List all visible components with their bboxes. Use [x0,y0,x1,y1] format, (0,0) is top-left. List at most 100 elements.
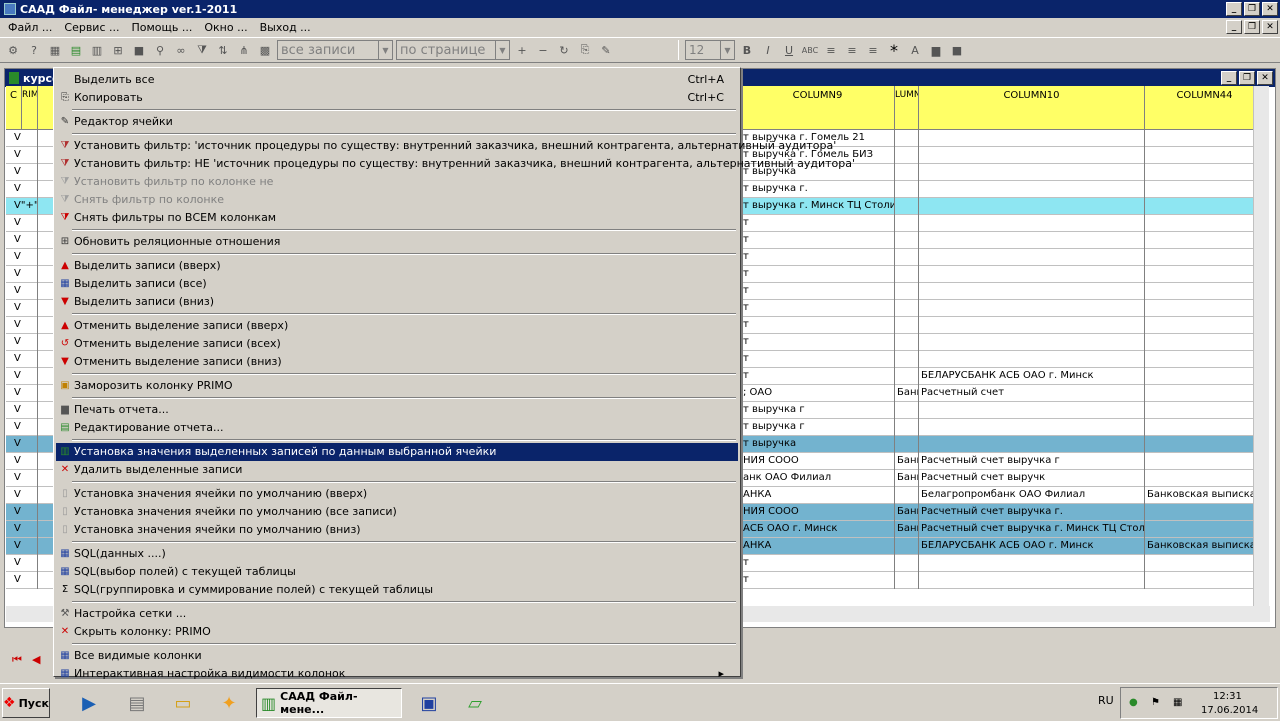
table-cell[interactable]: анк ОАО Филиал [741,470,895,487]
italic-icon[interactable]: I [759,41,777,59]
table-cell[interactable] [895,317,919,334]
align-center-icon[interactable]: ≡ [843,41,861,59]
asterisk-icon[interactable]: * [885,41,903,60]
context-menu-item[interactable]: ⧩ Снять фильтры по ВСЕМ колонкам [56,209,738,227]
table-cell[interactable]: V [6,572,38,589]
table-cell[interactable] [1145,470,1260,487]
table-cell[interactable] [895,283,919,300]
table-cell[interactable] [895,368,919,385]
table-cell[interactable] [1145,334,1260,351]
table-cell[interactable] [895,419,919,436]
mdi-close-button[interactable]: ✕ [1262,20,1278,34]
table-cell[interactable]: V [6,249,38,266]
page-select[interactable]: по странице ▼ [396,40,510,60]
table-cell[interactable] [1145,453,1260,470]
context-menu-item[interactable]: ▲ Отменить выделение записи (вверх) [56,317,738,335]
table-cell[interactable] [1145,368,1260,385]
context-menu-item[interactable]: ✕ Скрыть колонку: PRIMO [56,623,738,641]
table-cell[interactable]: V [6,181,38,198]
copy-icon[interactable]: ⎘ [576,41,594,59]
table-cell[interactable]: т [741,232,895,249]
table-cell[interactable]: т [741,249,895,266]
table-cell[interactable]: Расчетный счет выручка г. [919,504,1145,521]
table-cell[interactable]: V [6,283,38,300]
table-cell[interactable] [1145,555,1260,572]
table-cell[interactable]: V [6,147,38,164]
context-menu-item[interactable]: ⊞ Обновить реляционные отношения [56,233,738,251]
table-cell[interactable] [895,249,919,266]
table-cell[interactable] [895,164,919,181]
context-menu-item[interactable]: Σ SQL(группировка и суммирование полей) с… [56,581,738,599]
context-menu-item[interactable]: ▤ Редактирование отчета... [56,419,738,437]
table-cell[interactable]: Банк [895,385,919,402]
context-menu-item[interactable]: ⧩ Установить фильтр: 'источник процедуры … [56,137,837,155]
table-cell[interactable] [1145,283,1260,300]
underline-icon[interactable]: U [780,41,798,59]
stop-icon[interactable]: ■ [130,41,148,59]
menu-file[interactable]: Файл ... [2,21,58,34]
align-right-icon[interactable]: ≡ [864,41,882,59]
column-header-c[interactable]: С [6,86,22,130]
table-cell[interactable]: V [6,300,38,317]
context-menu-item[interactable]: Выделить все Ctrl+A [56,71,738,89]
close-button[interactable]: ✕ [1262,2,1278,16]
table-cell[interactable]: V [6,504,38,521]
table-cell[interactable] [895,266,919,283]
table-cell[interactable] [919,351,1145,368]
table-cell[interactable]: V [6,402,38,419]
table-cell[interactable]: т выручка г. Минск ТЦ Столица [741,198,895,215]
context-menu-item[interactable]: ▦ Интерактивная настройка видимости колон… [56,665,738,683]
strikethrough-icon[interactable]: ABC [801,41,819,59]
table-cell[interactable]: т [741,368,895,385]
clock-time[interactable]: 12:31 [1213,691,1242,702]
table-cell[interactable] [895,436,919,453]
mdi-restore-button[interactable]: ❐ [1244,20,1260,34]
table-cell[interactable]: т выручка г. [741,181,895,198]
table-cell[interactable]: V [6,351,38,368]
table-cell[interactable]: V [6,164,38,181]
table-cell[interactable] [1145,521,1260,538]
flag-icon[interactable]: ⚑ [1151,697,1160,708]
table-cell[interactable]: т [741,300,895,317]
table-cell[interactable]: Расчетный счет выручка г. Минск ТЦ Столи… [919,521,1145,538]
menu-help[interactable]: Помощь ... [126,21,199,34]
table-cell[interactable]: БЕЛАРУСБАНК АСБ ОАО г. Минск [919,538,1145,555]
table-cell[interactable] [919,402,1145,419]
search-icon[interactable]: ⚲ [151,41,169,59]
table-cell[interactable] [919,198,1145,215]
table-cell[interactable] [1145,385,1260,402]
table-cell[interactable] [919,283,1145,300]
table-cell[interactable]: V [6,368,38,385]
server-manager-icon[interactable]: ▤ [122,688,152,718]
table-cell[interactable]: V [6,419,38,436]
table-cell[interactable] [919,232,1145,249]
remove-icon[interactable]: − [534,41,552,59]
table-cell[interactable] [895,147,919,164]
table-cell[interactable]: V [6,130,38,147]
context-menu-item[interactable]: ▦ SQL(данных ....) [56,545,738,563]
table-cell[interactable] [1145,164,1260,181]
context-menu-item[interactable]: ▯ Установка значения ячейки по умолчанию … [56,485,738,503]
font-size-select[interactable]: 12 ▼ [685,40,735,60]
add-icon[interactable]: + [513,41,531,59]
context-menu-item[interactable]: ▦ Выделить записи (все) [56,275,738,293]
table-cell[interactable] [1145,130,1260,147]
table-cell[interactable] [1145,198,1260,215]
table-cell[interactable] [895,232,919,249]
table-cell[interactable] [919,147,1145,164]
sort-icon[interactable]: ⇅ [214,41,232,59]
table-cell[interactable]: т [741,266,895,283]
table-icon[interactable]: ▤ [67,41,85,59]
context-menu-item[interactable]: ⧩ Установить фильтр по колонке не [56,173,738,191]
save-icon[interactable]: ■ [948,41,966,59]
table-cell[interactable]: Банк [895,470,919,487]
minimize-button[interactable]: _ [1226,2,1242,16]
first-record-icon[interactable]: ⏮ [12,653,22,667]
table-cell[interactable]: т [741,572,895,589]
table-cell[interactable]: Банк [895,504,919,521]
table-cell[interactable]: АНКА [741,538,895,555]
table-cell[interactable] [895,572,919,589]
table-cell[interactable]: V [6,538,38,555]
table-cell[interactable]: V [6,385,38,402]
table-cell[interactable] [1145,572,1260,589]
